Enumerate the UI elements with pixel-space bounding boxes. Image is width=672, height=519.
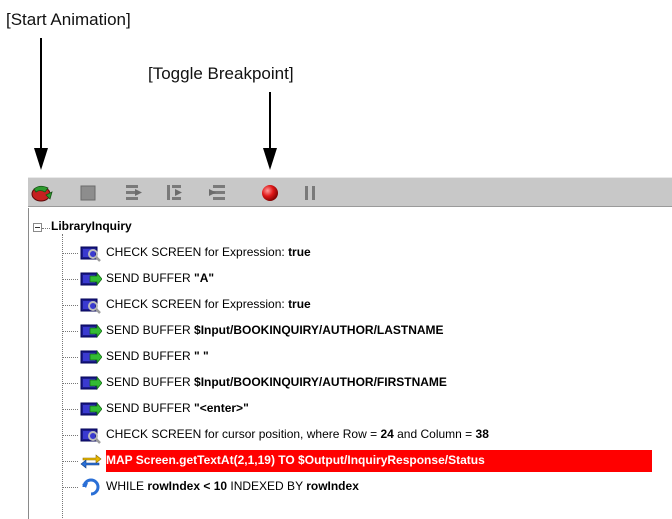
tree-row-text: CHECK SCREEN for cursor position, where … <box>106 427 489 441</box>
pause-icon <box>305 186 315 200</box>
send-buffer-icon <box>80 374 103 392</box>
step-into-icon <box>126 185 142 200</box>
check-screen-icon <box>80 244 102 262</box>
step-out-button[interactable] <box>206 182 230 204</box>
tree-row[interactable]: WHILE rowIndex < 10 INDEXED BY rowIndex <box>62 476 672 498</box>
tree-root-label[interactable]: LibraryInquiry <box>51 219 132 233</box>
while-loop-icon <box>80 478 102 496</box>
stop-icon <box>80 185 96 201</box>
tree-row[interactable]: SEND BUFFER "<enter>" <box>62 398 672 420</box>
breakpoint-icon <box>262 185 278 201</box>
script-tree: LibraryInquiry CHECK SCREEN for Expressi… <box>28 208 672 519</box>
step-over-button[interactable] <box>163 182 187 204</box>
pause-button[interactable] <box>298 182 322 204</box>
tree-row[interactable]: CHECK SCREEN for cursor position, where … <box>62 424 672 446</box>
debug-toolbar <box>28 177 672 207</box>
step-over-icon <box>167 185 182 200</box>
tree-row[interactable]: SEND BUFFER "A" <box>62 268 672 290</box>
start-animation-callout: [Start Animation] <box>6 10 131 29</box>
step-out-icon <box>209 185 225 200</box>
tree-row[interactable]: SEND BUFFER $Input/BOOKINQUIRY/AUTHOR/LA… <box>62 320 672 342</box>
collapse-toggle[interactable] <box>33 223 42 232</box>
send-buffer-icon <box>80 270 103 288</box>
tree-row-text: SEND BUFFER $Input/BOOKINQUIRY/AUTHOR/FI… <box>106 375 447 389</box>
send-buffer-icon <box>80 322 103 340</box>
check-screen-icon <box>80 426 102 444</box>
tree-row-text: SEND BUFFER "A" <box>106 271 215 285</box>
start-animation-icon <box>31 185 53 202</box>
send-buffer-icon <box>80 348 103 366</box>
tree-row[interactable]: SEND BUFFER " " <box>62 346 672 368</box>
tree-row-text: CHECK SCREEN for Expression: true <box>106 245 311 259</box>
tree-row[interactable]: MAP Screen.getTextAt(2,1,19) TO $Output/… <box>62 450 672 472</box>
tree-row-text: CHECK SCREEN for Expression: true <box>106 297 311 311</box>
toggle-breakpoint-callout: [Toggle Breakpoint] <box>148 64 294 83</box>
step-into-button[interactable] <box>122 182 146 204</box>
tree-row[interactable]: SEND BUFFER $Input/BOOKINQUIRY/AUTHOR/FI… <box>62 372 672 394</box>
tree-row-text: MAP Screen.getTextAt(2,1,19) TO $Output/… <box>106 453 485 467</box>
send-buffer-icon <box>80 400 103 418</box>
tree-row-text: WHILE rowIndex < 10 INDEXED BY rowIndex <box>106 479 359 493</box>
start-animation-button[interactable] <box>30 182 54 204</box>
tree-row[interactable]: CHECK SCREEN for Expression: true <box>62 294 672 316</box>
tree-row-text: SEND BUFFER " " <box>106 349 209 363</box>
stop-button[interactable] <box>76 182 100 204</box>
map-icon <box>80 452 102 470</box>
check-screen-icon <box>80 296 102 314</box>
toggle-breakpoint-button[interactable] <box>258 182 282 204</box>
tree-row[interactable]: CHECK SCREEN for Expression: true <box>62 242 672 264</box>
tree-row-text: SEND BUFFER "<enter>" <box>106 401 249 415</box>
tree-row-text: SEND BUFFER $Input/BOOKINQUIRY/AUTHOR/LA… <box>106 323 444 337</box>
